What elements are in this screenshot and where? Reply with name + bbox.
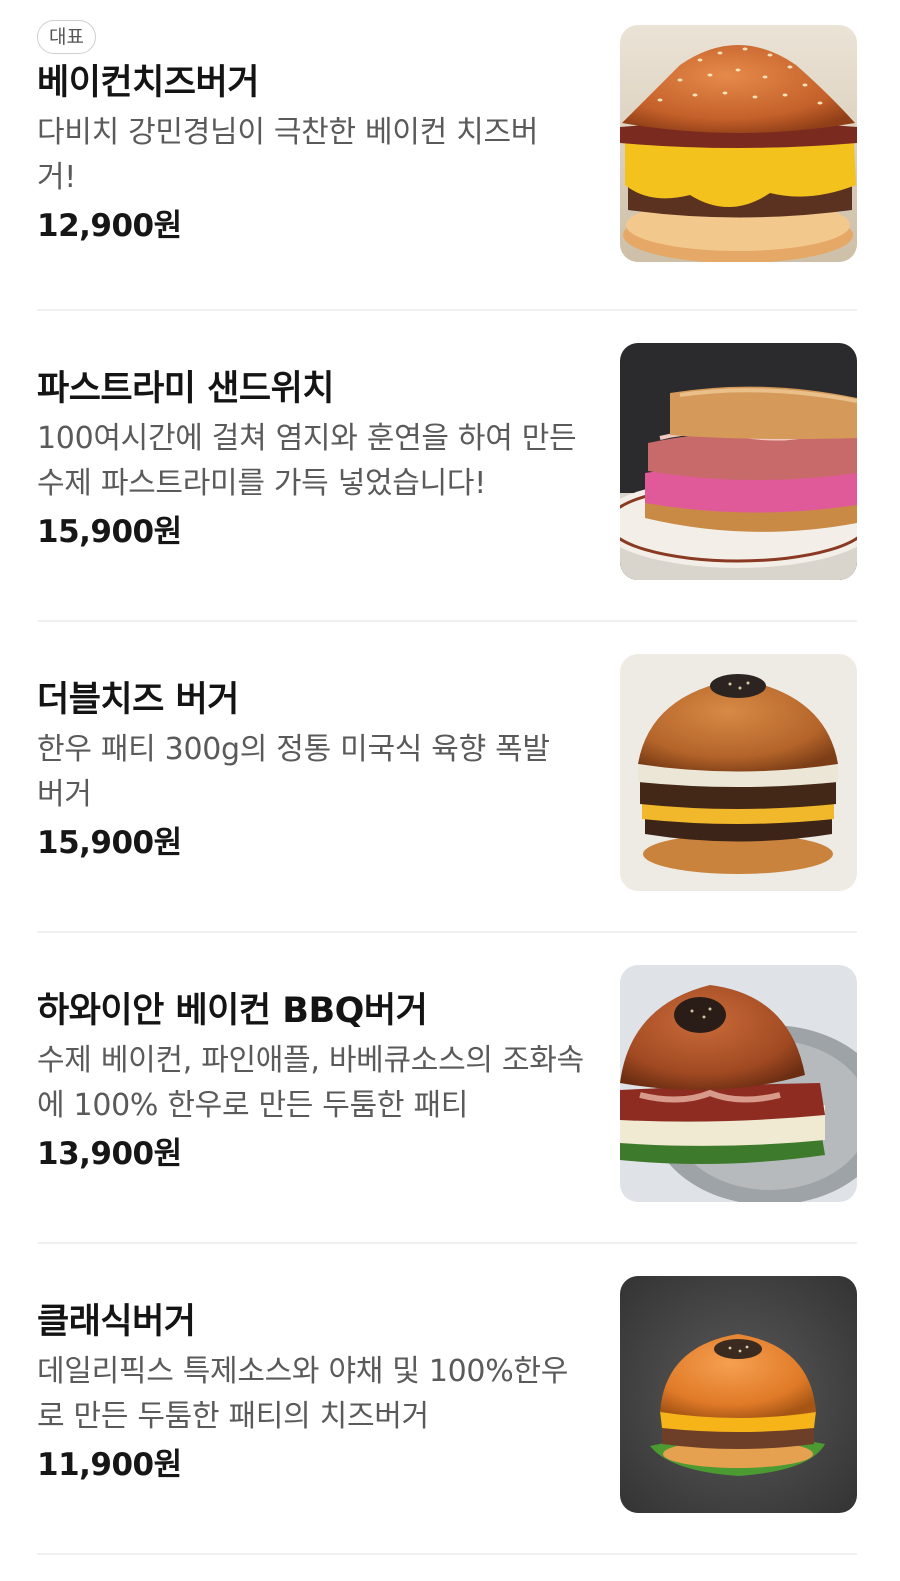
menu-item-name: 하와이안 베이컨 BBQ버거 [37, 991, 428, 1031]
menu-item-description: 수제 베이컨, 파인애플, 바베큐소스의 조화속에 100% 한우로 만든 두툼… [37, 1043, 584, 1123]
classic-burger-photo[interactable] [620, 1276, 857, 1513]
menu-item-info: 클래식버거 데일리픽스 특제소스와 야채 및 100%한우로 만든 두툼한 패티… [37, 1299, 587, 1487]
menu-item-info: 파스트라미 샌드위치 100여시간에 걸쳐 염지와 훈연을 하여 만든 수제 파… [37, 366, 587, 554]
menu-item-price: 15,900원 [37, 825, 182, 861]
menu-item-name: 파스트라미 샌드위치 [37, 369, 335, 409]
menu-list: 대표 베이컨치즈버거 다비치 강민경님이 극찬한 베이컨 치즈버거! 12,90… [0, 0, 900, 1555]
menu-item-bacon-cheese-burger[interactable]: 대표 베이컨치즈버거 다비치 강민경님이 극찬한 베이컨 치즈버거! 12,90… [0, 0, 900, 311]
menu-item-description: 다비치 강민경님이 극찬한 베이컨 치즈버거! [37, 115, 539, 195]
menu-item-name: 더블치즈 버거 [37, 680, 239, 720]
double-cheese-burger-photo[interactable] [620, 654, 857, 891]
hawaiian-bacon-bbq-burger-photo[interactable] [620, 965, 857, 1202]
bacon-cheese-burger-photo[interactable] [620, 25, 857, 262]
menu-item-description: 한우 패티 300g의 정통 미국식 육향 폭발버거 [37, 732, 550, 812]
menu-item-double-cheese-burger[interactable]: 더블치즈 버거 한우 패티 300g의 정통 미국식 육향 폭발버거 15,90… [0, 622, 900, 933]
menu-item-description: 100여시간에 걸쳐 염지와 훈연을 하여 만든 수제 파스트라미를 가득 넣었… [37, 421, 577, 501]
menu-item-info: 대표 베이컨치즈버거 다비치 강민경님이 극찬한 베이컨 치즈버거! 12,90… [37, 20, 587, 248]
menu-item-price: 11,900원 [37, 1447, 182, 1483]
menu-item-hawaiian-bacon-bbq-burger[interactable]: 하와이안 베이컨 BBQ버거 수제 베이컨, 파인애플, 바베큐소스의 조화속에… [0, 933, 900, 1244]
signature-badge: 대표 [37, 20, 96, 54]
menu-item-info: 하와이안 베이컨 BBQ버거 수제 베이컨, 파인애플, 바베큐소스의 조화속에… [37, 988, 587, 1176]
menu-item-name: 클래식버거 [37, 1302, 196, 1342]
menu-item-info: 더블치즈 버거 한우 패티 300g의 정통 미국식 육향 폭발버거 15,90… [37, 677, 587, 865]
menu-item-description: 데일리픽스 특제소스와 야채 및 100%한우로 만든 두툼한 패티의 치즈버거 [37, 1354, 569, 1434]
divider [37, 1553, 857, 1555]
menu-item-classic-burger[interactable]: 클래식버거 데일리픽스 특제소스와 야채 및 100%한우로 만든 두툼한 패티… [0, 1244, 900, 1555]
menu-item-price: 13,900원 [37, 1136, 182, 1172]
menu-item-price: 15,900원 [37, 514, 182, 550]
pastrami-sandwich-photo[interactable] [620, 343, 857, 580]
menu-item-name: 베이컨치즈버거 [37, 63, 259, 103]
menu-item-pastrami-sandwich[interactable]: 파스트라미 샌드위치 100여시간에 걸쳐 염지와 훈연을 하여 만든 수제 파… [0, 311, 900, 622]
menu-item-price: 12,900원 [37, 208, 182, 244]
